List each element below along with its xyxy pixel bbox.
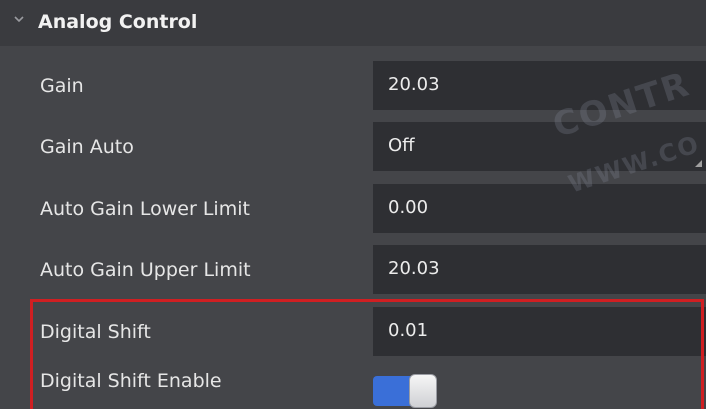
- digital-shift-input[interactable]: 0.01: [373, 307, 706, 356]
- analog-control-header[interactable]: Analog Control: [0, 0, 706, 46]
- auto-gain-upper-limit-value: 20.03: [388, 258, 440, 279]
- param-row-auto-gain-upper-limit: Auto Gain Upper Limit 20.03: [0, 241, 706, 301]
- auto-gain-lower-limit-input[interactable]: 0.00: [373, 184, 706, 233]
- auto-gain-upper-limit-input[interactable]: 20.03: [373, 245, 706, 294]
- param-row-gain-auto: Gain Auto Off: [0, 118, 706, 178]
- param-label-digital-shift: Digital Shift: [40, 321, 151, 343]
- chevron-down-icon[interactable]: [12, 12, 26, 26]
- toggle-knob[interactable]: [409, 374, 437, 408]
- param-row-auto-gain-lower-limit: Auto Gain Lower Limit 0.00: [0, 180, 706, 240]
- param-label-auto-gain-lower-limit: Auto Gain Lower Limit: [40, 198, 250, 220]
- dropdown-corner-icon: [695, 160, 702, 167]
- param-row-digital-shift: Digital Shift 0.01: [0, 303, 706, 363]
- gain-value: 20.03: [388, 74, 440, 95]
- digital-shift-value: 0.01: [388, 320, 429, 341]
- param-label-gain: Gain: [40, 75, 84, 97]
- param-label-gain-auto: Gain Auto: [40, 136, 134, 158]
- section-title: Analog Control: [38, 11, 198, 33]
- param-row-digital-shift-enable: Digital Shift Enable: [0, 357, 706, 409]
- param-label-auto-gain-upper-limit: Auto Gain Upper Limit: [40, 259, 251, 281]
- gain-input[interactable]: 20.03: [373, 61, 706, 110]
- digital-shift-enable-toggle[interactable]: [373, 374, 439, 408]
- param-row-gain: Gain 20.03: [0, 57, 706, 117]
- gain-auto-value: Off: [388, 135, 415, 156]
- analog-control-panel: Analog Control Gain 20.03 Gain Auto Off …: [0, 0, 706, 409]
- auto-gain-lower-limit-value: 0.00: [388, 197, 429, 218]
- param-label-digital-shift-enable: Digital Shift Enable: [40, 370, 222, 392]
- gain-auto-select[interactable]: Off: [373, 122, 706, 171]
